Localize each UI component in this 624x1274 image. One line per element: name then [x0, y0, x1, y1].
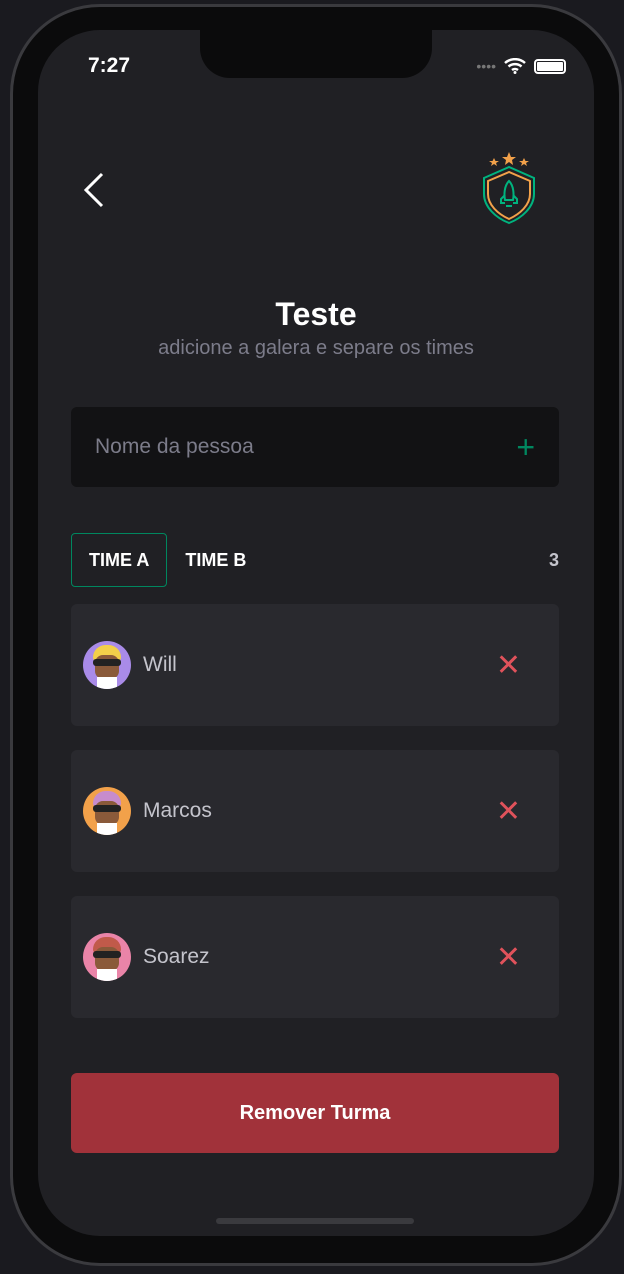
remove-player-icon[interactable]: ✕	[496, 648, 521, 683]
avatar	[83, 787, 131, 835]
page-title: Teste	[275, 296, 357, 332]
player-count: 3	[548, 549, 559, 570]
add-person-button[interactable]: +	[516, 429, 535, 466]
battery-icon	[534, 58, 566, 74]
player-card: Will ✕	[71, 604, 559, 726]
status-time: 7:27	[88, 54, 131, 77]
remove-player-icon[interactable]: ✕	[496, 940, 521, 975]
remove-group-button[interactable]: Remover Turma	[71, 1073, 559, 1153]
person-name-input[interactable]	[95, 435, 475, 459]
tab-time-b[interactable]: TIME B	[167, 533, 264, 587]
notch	[200, 30, 432, 78]
logo-icon	[483, 152, 535, 225]
status-icons: ••••	[476, 58, 566, 74]
wifi-icon	[504, 58, 526, 74]
person-name-field: +	[71, 407, 559, 487]
home-indicator	[216, 1218, 414, 1224]
remove-player-icon[interactable]: ✕	[496, 794, 521, 829]
avatar	[83, 933, 131, 981]
player-name: Will	[143, 653, 177, 676]
signal-icon: ••••	[476, 58, 496, 74]
player-card: Marcos ✕	[71, 750, 559, 872]
screen: 7:27 •••• Teste adicione a galera e sepa…	[38, 30, 594, 1236]
avatar	[83, 641, 131, 689]
player-name: Marcos	[143, 799, 212, 822]
team-tabs: TIME A TIME B 3	[71, 533, 559, 587]
player-card: Soarez ✕	[71, 896, 559, 1018]
page-subtitle: adicione a galera e separe os times	[158, 337, 474, 359]
player-name: Soarez	[143, 945, 210, 968]
tab-time-a[interactable]: TIME A	[71, 533, 168, 587]
back-icon[interactable]	[82, 170, 106, 210]
